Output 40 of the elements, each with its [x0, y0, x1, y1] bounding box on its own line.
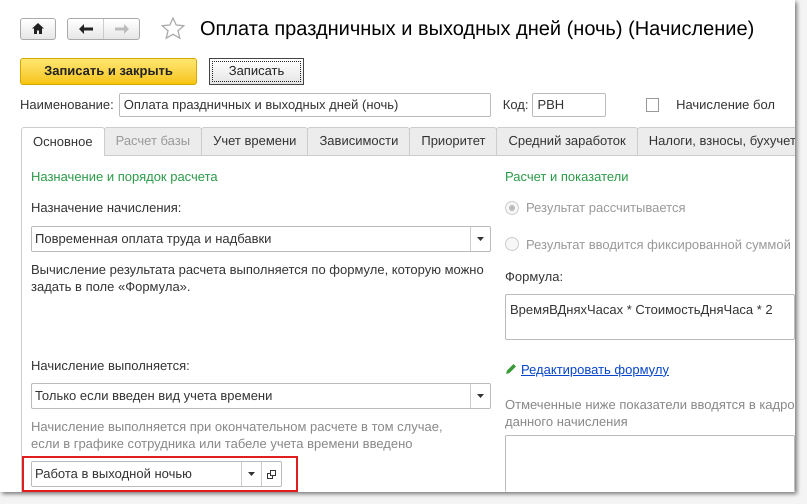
home-button[interactable]: [20, 18, 56, 40]
code-field[interactable]: РВН: [532, 92, 606, 116]
tab[interactable]: Средний заработок: [496, 126, 638, 154]
formula-field[interactable]: ВремяВДняхЧасах * СтоимостьДняЧаса * 2: [505, 294, 795, 340]
description-text: Вычисление результата расчета выполняется по формуле, которую можно задать в поле «Формула».: [31, 260, 485, 294]
time-type-field[interactable]: Работа в выходной ночью: [31, 461, 282, 487]
tab[interactable]: Приоритет: [409, 126, 498, 154]
back-arrow-icon: [78, 24, 92, 34]
forward-arrow-icon: [114, 24, 128, 34]
dropdown-arrow-icon: [248, 472, 255, 476]
save-button[interactable]: Записать: [209, 58, 304, 84]
section-heading: Расчет и показатели: [505, 168, 630, 186]
section-heading: Назначение и порядок расчета: [31, 168, 219, 186]
open-window-icon: [267, 470, 276, 478]
name-label: Наименование:: [20, 96, 114, 114]
field-label: Начисление выполняется:: [31, 356, 191, 374]
field-label: Назначение начисления:: [31, 199, 182, 217]
name-field[interactable]: Оплата праздничных и выходных дней (ночь): [118, 92, 491, 116]
radio-label: Результат вводится фиксированной суммой: [526, 236, 791, 254]
pencil-icon: [505, 363, 517, 376]
checkbox[interactable]: [646, 98, 660, 112]
star-icon[interactable]: [161, 17, 185, 40]
checkbox-label: Начисление бол: [676, 96, 776, 114]
description-text: Начисление выполняется при окончательном расчете в том случае, если в графике сотрудника или табеле учета времени введено: [31, 418, 444, 452]
code-label: Код:: [502, 96, 528, 114]
indicators-field[interactable]: [505, 435, 795, 492]
tab[interactable]: Учет времени: [201, 126, 308, 154]
edit-formula-link[interactable]: Редактировать формулу: [521, 360, 669, 379]
window-title: Оплата праздничных и выходных дней (ночь) (Начисление): [200, 16, 754, 42]
radio-label: Результат рассчитывается: [526, 199, 686, 217]
tab[interactable]: Основное: [21, 126, 105, 156]
field-label: Формула:: [505, 268, 564, 286]
home-icon: [32, 23, 44, 34]
tab[interactable]: Зависимости: [307, 126, 410, 154]
execution-dropdown[interactable]: Только если введен вид учета времени: [31, 383, 491, 409]
save-and-close-button[interactable]: Записать и закрыть: [20, 58, 197, 84]
dropdown-arrow-icon: [477, 236, 484, 240]
dropdown-arrow-icon: [477, 394, 484, 398]
purpose-dropdown[interactable]: Повременная оплата труда и надбавки: [31, 226, 491, 252]
description-text: Отмеченные ниже показатели вводятся в кадро данного начисления: [505, 396, 795, 430]
